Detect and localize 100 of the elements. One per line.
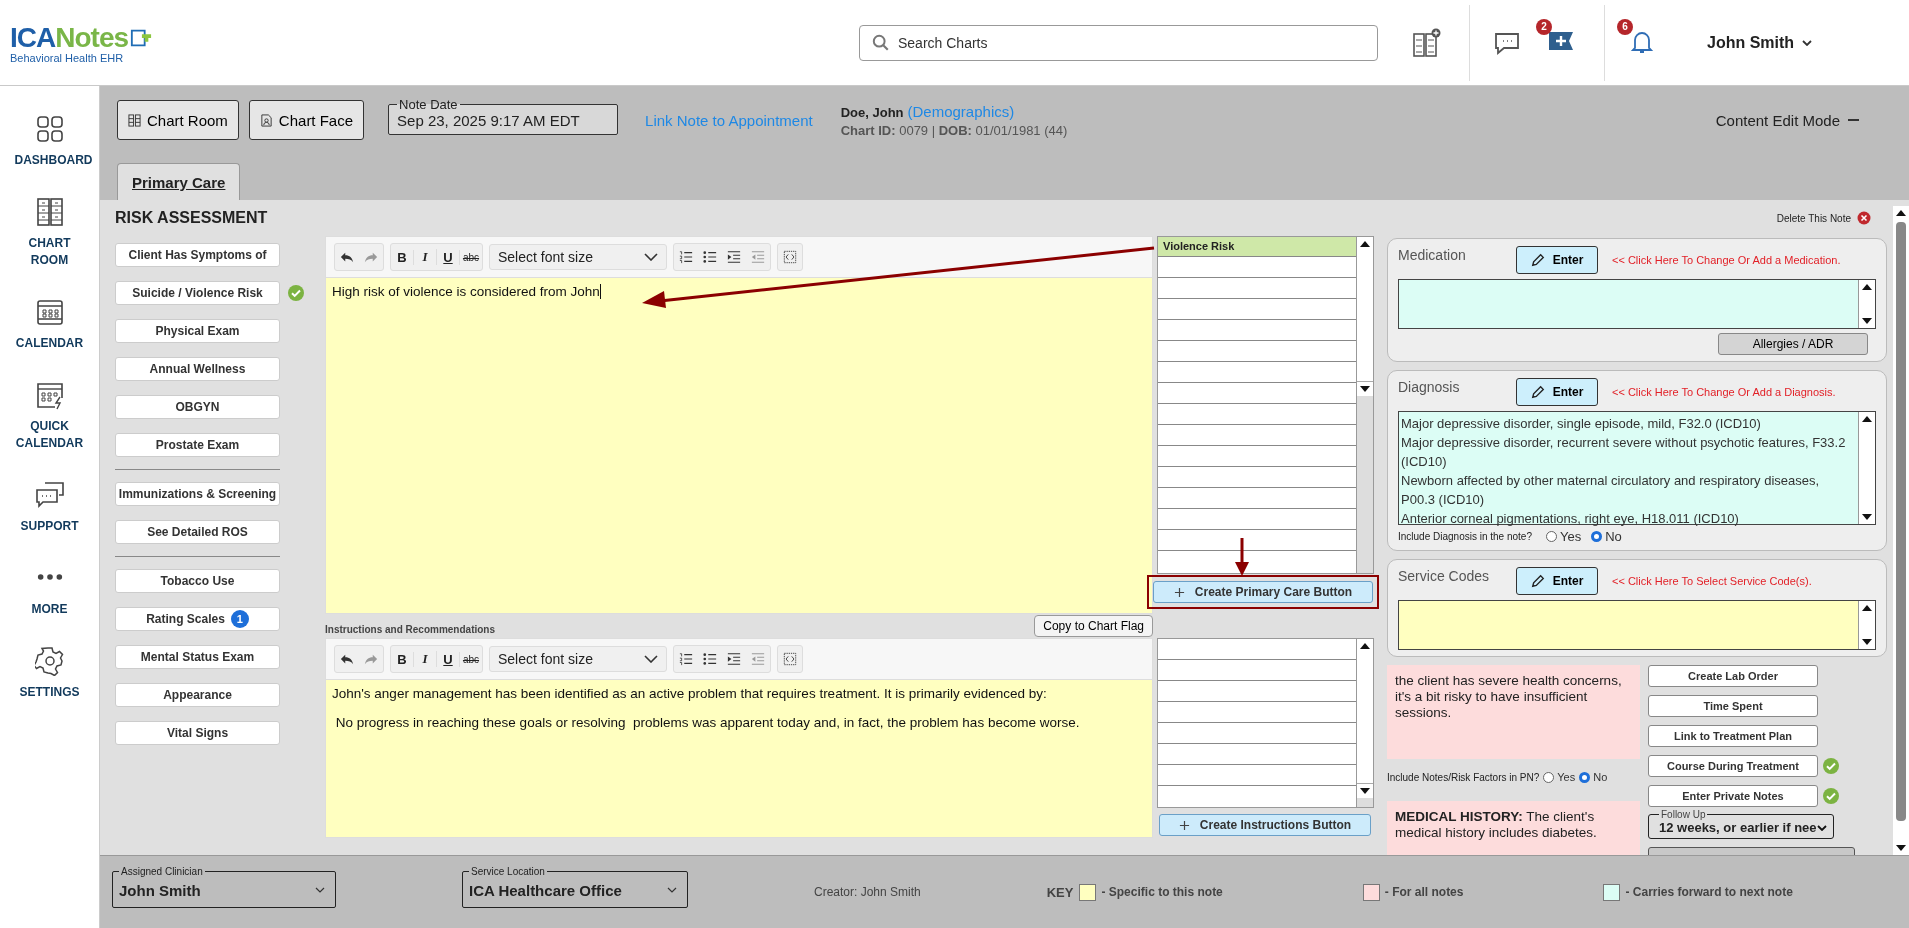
action-button[interactable]: Link to Treatment Plan: [1648, 725, 1818, 747]
patient-details: Chart ID: 0079 | DOB: 01/01/1981 (44): [840, 122, 1068, 138]
copy-button[interactable]: Copy to Chart Flag: [1034, 615, 1153, 637]
radio-option[interactable]: No: [1579, 771, 1608, 783]
nav-item[interactable]: CHART ROOM: [4, 197, 95, 269]
format-button[interactable]: I: [414, 249, 437, 265]
search-icon: [872, 33, 890, 52]
enter-button[interactable]: Enter: [1516, 567, 1598, 595]
section-button[interactable]: Suicide / Violence Risk: [115, 281, 280, 305]
section-button[interactable]: Annual Wellness: [115, 357, 280, 381]
pencil-icon: [1530, 574, 1545, 588]
medical-history-box[interactable]: MEDICAL HISTORY: The client's medical history includes diabetes.: [1387, 801, 1640, 855]
editor-label: Instructions and Recommendations: [325, 624, 496, 637]
nav-item[interactable]: DASHBOARD: [4, 114, 95, 169]
count-badge: 1: [230, 610, 249, 628]
nav-item[interactable]: SETTINGS: [4, 646, 95, 701]
scrollbar[interactable]: [1858, 280, 1875, 328]
chart-nav-button[interactable]: Chart Face: [248, 100, 365, 140]
radio-option[interactable]: No: [1591, 529, 1622, 544]
mode-label: Content Edit Mode: [1715, 111, 1840, 129]
chevron-icon: [644, 253, 658, 261]
close-icon[interactable]: [1857, 211, 1871, 225]
text-editor[interactable]: [325, 638, 1153, 838]
key-label: KEY: [1046, 884, 1074, 900]
text-editor[interactable]: B I U abc Select font size High risk of violence is considered from John: [325, 236, 1153, 614]
service-codes-list[interactable]: [1398, 600, 1876, 650]
format-button[interactable]: I: [414, 651, 437, 667]
radio-option[interactable]: Yes: [1543, 771, 1576, 783]
create-button[interactable]: Create Primary Care Button: [1153, 581, 1373, 603]
nav-item[interactable]: CALENDAR: [4, 297, 95, 352]
section-button[interactable]: Mental Status Exam: [115, 645, 280, 669]
clinician-select[interactable]: Assigned Clinician John Smith: [112, 866, 336, 908]
create-button[interactable]: Create Instructions Button: [1159, 814, 1371, 836]
format-button[interactable]: abc: [460, 251, 482, 263]
user-menu[interactable]: John Smith: [1707, 33, 1813, 52]
dashboard-icon: [34, 114, 65, 144]
pencil-icon: [1530, 253, 1545, 267]
format-button[interactable]: abc: [460, 653, 482, 665]
action-button[interactable]: Time Spent: [1648, 695, 1818, 717]
chart-nav-button[interactable]: Chart Room: [117, 100, 239, 140]
delete-note-link[interactable]: Delete This Note: [1776, 212, 1851, 224]
scrollbar[interactable]: [1858, 412, 1875, 524]
key-text: - Specific to this note: [1101, 885, 1223, 899]
chat-bubbles-icon: [34, 480, 65, 510]
logo-tagline: Behavioral Health EHR: [10, 51, 125, 64]
section-button[interactable]: Tobacco Use: [115, 569, 280, 593]
section-button[interactable]: Prostate Exam: [115, 433, 280, 457]
allergies-button[interactable]: Allergies / ADR: [1718, 333, 1868, 355]
diagnosis-entry: Anterior corneal pigmentations, right eye, H18.011 (ICD10): [1401, 510, 1740, 528]
calendar-bolt-icon: [34, 380, 65, 410]
section-button[interactable]: Physical Exam: [115, 319, 280, 343]
search-field[interactable]: Search Charts: [859, 24, 1378, 61]
section-button[interactable]: Vital Signs: [115, 721, 280, 745]
section-button[interactable]: OBGYN: [115, 395, 280, 419]
format-button[interactable]: U: [437, 249, 460, 265]
nav-item[interactable]: MORE: [4, 563, 95, 618]
notification-badge: 2: [1536, 18, 1552, 35]
format-button[interactable]: B: [391, 249, 414, 265]
location-select[interactable]: Service Location ICA Healthcare Office: [462, 866, 688, 908]
scrollbar[interactable]: [1858, 601, 1875, 649]
cabinet-icon: [128, 113, 141, 127]
section-button[interactable]: Appearance: [115, 683, 280, 707]
action-button[interactable]: Create Lab Order: [1648, 665, 1818, 687]
format-button[interactable]: B: [391, 651, 414, 667]
risk-notes-text: the client has severe health concerns, it's a bit risky to have insufficient sessions.: [1395, 673, 1623, 721]
medical-history-text: MEDICAL HISTORY: The client's medical history includes diabetes.: [1395, 809, 1598, 841]
action-button[interactable]: Enter Private Notes: [1648, 785, 1818, 807]
hint-text: << Click Here To Select Service Code(s).: [1612, 575, 1812, 587]
font-size-select[interactable]: Select font size: [489, 646, 667, 672]
instruction-text: John's anger management has been identified as an active problem that requires treatment. It is primarily evidenced by:: [332, 686, 1048, 701]
include-question: Include Notes/Risk Factors in PN?: [1387, 771, 1540, 783]
scrollbar[interactable]: [1893, 206, 1909, 855]
section-button[interactable]: Rating Scales 1: [115, 607, 280, 631]
follow-up-select[interactable]: Follow Up 12 weeks, or earlier if nee: [1648, 809, 1834, 839]
note-text: High risk of violence is considered from John: [332, 284, 602, 299]
font-size-select[interactable]: Select font size: [489, 244, 667, 270]
nav-item[interactable]: SUPPORT: [4, 480, 95, 535]
person-document-icon: [259, 113, 273, 127]
medication-list[interactable]: [1398, 279, 1876, 329]
format-button[interactable]: U: [437, 651, 460, 667]
scrollbar[interactable]: [1356, 639, 1373, 807]
enter-button[interactable]: Enter: [1516, 378, 1598, 406]
diagnosis-entry: Newborn affected by other maternal circulatory and respiratory diseases, P00.3 (ICD10): [1401, 472, 1821, 509]
section-button[interactable]: Client Has Symptoms of: [115, 243, 280, 267]
nav-item[interactable]: QUICK CALENDAR: [4, 380, 95, 452]
risk-notes-box[interactable]: the client has severe health concerns, it's a bit risky to have insufficient sessions.: [1387, 665, 1640, 759]
note-date-field[interactable]: Note Date Sep 23, 2025 9:17 AM EDT: [388, 97, 619, 135]
section-button[interactable]: Immunizations & Screening: [115, 482, 280, 506]
radio-option[interactable]: Yes: [1546, 529, 1582, 544]
chevron-icon: [315, 887, 325, 893]
key-text: - Carries forward to next note: [1625, 885, 1793, 899]
action-button[interactable]: Course During Treatment: [1648, 755, 1818, 777]
plus-icon: [1173, 586, 1185, 598]
enter-button[interactable]: Enter: [1516, 246, 1598, 274]
list-item[interactable]: Violence Risk: [1158, 237, 1356, 257]
tab[interactable]: Primary Care: [117, 163, 241, 200]
logo-text: Notes: [55, 21, 129, 54]
scrollbar[interactable]: [1356, 237, 1373, 573]
cabinet-plus-icon[interactable]: [1411, 27, 1441, 58]
section-button[interactable]: See Detailed ROS: [115, 520, 280, 544]
